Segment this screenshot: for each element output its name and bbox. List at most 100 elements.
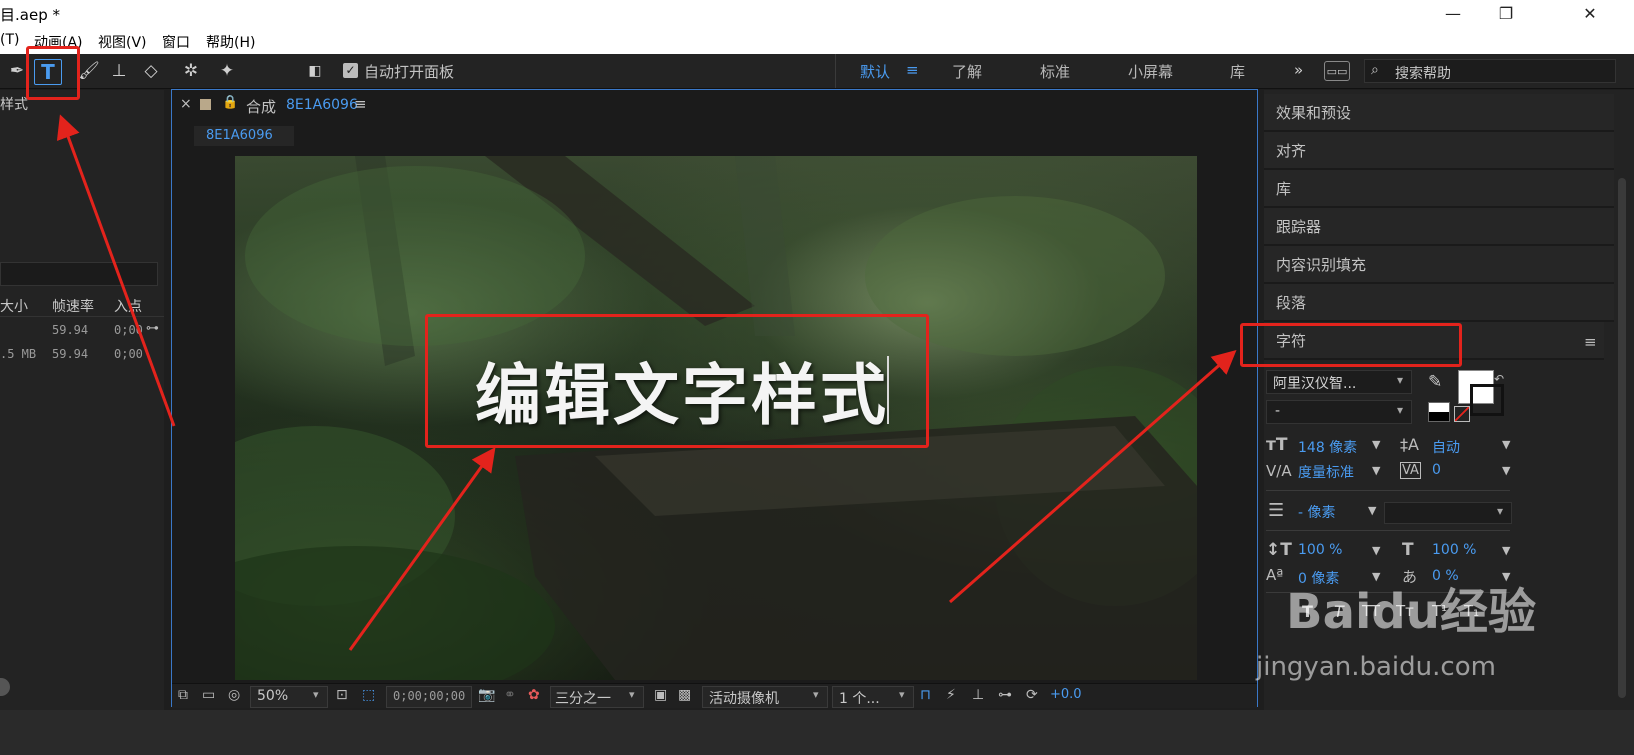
workspace-library[interactable]: 库 <box>1230 61 1245 82</box>
watermark-brand: Baidu经验 <box>1286 584 1536 640</box>
transparency-icon[interactable]: ▩ <box>678 687 691 703</box>
chevron-down-icon: ▾ <box>629 688 635 701</box>
region-of-interest-icon[interactable]: ▣ <box>654 687 667 703</box>
flowchart-icon[interactable]: ⊶ <box>998 687 1012 703</box>
eyedropper-icon[interactable]: ✎ <box>1428 372 1442 392</box>
chevron-down-icon[interactable]: ▼ <box>1502 544 1510 557</box>
chevron-down-icon[interactable]: ▼ <box>1502 464 1510 477</box>
exposure-value[interactable]: +0.0 <box>1050 687 1082 702</box>
stroke-width-value[interactable]: - 像素 <box>1298 502 1336 522</box>
fast-preview-icon[interactable]: ⚡ <box>946 687 956 703</box>
tracking-value[interactable]: 0 <box>1432 462 1441 478</box>
close-tab-icon[interactable]: × <box>180 96 192 112</box>
menu-item-help[interactable]: 帮助(H) <box>206 32 255 52</box>
reset-exposure-icon[interactable]: ⟳ <box>1026 687 1038 703</box>
puppet-pin-icon[interactable]: ✦ <box>214 59 240 83</box>
camera-select[interactable]: 活动摄像机 ▾ <box>702 686 828 708</box>
camera-icon[interactable]: 📷 <box>478 687 495 703</box>
lock-icon[interactable]: 🔒 <box>222 95 238 110</box>
comp-tab-menu-icon[interactable]: ≡ <box>354 95 367 113</box>
font-style-select[interactable]: - ▾ <box>1266 400 1412 424</box>
panel-paragraph[interactable]: 段落 <box>1264 284 1614 322</box>
column-size[interactable]: 大小 <box>0 296 28 316</box>
chevron-down-icon: ▾ <box>1397 403 1404 417</box>
horizontal-scale-icon: T <box>1402 540 1414 560</box>
preview-icon[interactable]: ⧉ <box>178 687 188 703</box>
panel-content-aware-fill[interactable]: 内容识别填充 <box>1264 246 1614 284</box>
menu-item-view[interactable]: 视图(V) <box>98 32 147 52</box>
workspace-more[interactable]: » <box>1294 61 1303 79</box>
workspace-menu-icon[interactable]: ≡ <box>906 61 919 79</box>
menu-item-window[interactable]: 窗口 <box>162 32 190 52</box>
character-menu-icon[interactable]: ≡ <box>1584 333 1597 351</box>
workspace-standard[interactable]: 标准 <box>1040 61 1070 82</box>
chevron-down-icon[interactable]: ▼ <box>1372 544 1380 557</box>
stroke-style-select[interactable]: ▾ <box>1384 502 1512 524</box>
chevron-down-icon[interactable]: ▼ <box>1368 504 1376 517</box>
timeline-panel-edge <box>0 710 1634 755</box>
table-row[interactable]: .5 MB 59.94 0;00 <box>0 344 164 366</box>
panel-tracker[interactable]: 跟踪器 <box>1264 208 1614 246</box>
auto-open-checkbox[interactable]: ✓ <box>343 63 358 78</box>
minimize-button[interactable]: — <box>1433 0 1473 28</box>
zoom-select[interactable]: 50% ▾ <box>250 686 328 708</box>
mask-icon[interactable]: ◎ <box>228 687 240 703</box>
region-icon[interactable]: ⊡ <box>336 687 348 703</box>
no-fill-icon[interactable] <box>1454 406 1470 422</box>
table-row[interactable]: 59.94 0;00 ⊶ <box>0 320 164 342</box>
font-size-value[interactable]: 148 像素 <box>1298 437 1357 457</box>
right-panel-scrollbar[interactable] <box>1618 178 1626 698</box>
resolution-select[interactable]: 三分之一 ▾ <box>550 686 644 708</box>
channels-icon[interactable]: ✿ <box>528 687 540 703</box>
kerning-value[interactable]: 度量标准 <box>1298 462 1354 482</box>
timecode-field[interactable]: 0;00;00;00 <box>386 686 472 708</box>
eraser-tool-icon[interactable]: ◇ <box>138 59 164 83</box>
panel-effects-presets[interactable]: 效果和预设 <box>1264 94 1614 132</box>
composition-color-icon <box>200 99 211 110</box>
comp-breadcrumb[interactable]: 8E1A6096 <box>194 126 294 146</box>
panel-align[interactable]: 对齐 <box>1264 132 1614 170</box>
project-panel: 样式 大小 帧速率 入点 59.94 0;00 ⊶ .5 MB 59.94 0;… <box>0 90 164 710</box>
timeline-icon[interactable]: ⊥ <box>972 687 984 703</box>
panel-libraries[interactable]: 库 <box>1264 170 1614 208</box>
toggle-view-icon[interactable]: ⊓ <box>920 687 931 703</box>
leading-value[interactable]: 自动 <box>1432 437 1460 457</box>
stroke-width-icon: ☰ <box>1268 500 1285 521</box>
snapshot-icon[interactable]: ⚭ <box>504 687 516 703</box>
sync-settings-icon[interactable]: ▭▭ <box>1324 61 1350 81</box>
column-fps[interactable]: 帧速率 <box>52 296 94 316</box>
search-input[interactable]: 搜索帮助 <box>1395 63 1451 83</box>
comp-tab-name[interactable]: 8E1A6096 <box>286 97 358 113</box>
transparency-grid-icon[interactable]: ⬚ <box>362 687 375 703</box>
vertical-scale-value[interactable]: 100 % <box>1298 542 1342 558</box>
restore-button[interactable]: ❐ <box>1486 0 1526 28</box>
chevron-down-icon: ▾ <box>813 688 819 701</box>
scrollbar-handle[interactable] <box>0 678 10 696</box>
workspace-small-screen[interactable]: 小屏幕 <box>1128 61 1173 82</box>
chevron-down-icon[interactable]: ▼ <box>1372 464 1380 477</box>
window-title: 目.aep * <box>0 6 60 24</box>
menu-item-text[interactable]: (T) <box>0 32 19 48</box>
column-in[interactable]: 入点 <box>114 296 142 316</box>
chevron-down-icon[interactable]: ▼ <box>1502 438 1510 451</box>
workspace-learn[interactable]: 了解 <box>952 61 982 82</box>
default-colors-icon[interactable] <box>1428 402 1450 422</box>
search-icon: ⌕ <box>1371 62 1379 78</box>
menu-bar: (T) 动画(A) 视图(V) 窗口 帮助(H) <box>0 28 1634 54</box>
panel-toggle-icon[interactable]: ◧ <box>302 59 328 83</box>
project-columns: 大小 帧速率 入点 <box>0 294 164 317</box>
vertical-scale-icon: ↕T <box>1266 540 1292 560</box>
clone-stamp-icon[interactable]: ⊥ <box>106 59 132 83</box>
roto-brush-icon[interactable]: ✲ <box>178 59 204 83</box>
monitor-icon[interactable]: ▭ <box>202 687 215 703</box>
horizontal-scale-value[interactable]: 100 % <box>1432 542 1476 558</box>
swap-colors-icon[interactable]: ↶ <box>1494 372 1504 386</box>
stroke-color-swatch[interactable] <box>1470 384 1504 416</box>
font-family-select[interactable]: 阿里汉仪智... ▾ <box>1266 370 1412 394</box>
project-search-input[interactable] <box>0 262 158 286</box>
workspace-default[interactable]: 默认 <box>860 61 890 82</box>
close-button[interactable]: ✕ <box>1570 0 1610 28</box>
views-select[interactable]: 1 个... ▾ <box>832 686 914 708</box>
chevron-down-icon[interactable]: ▼ <box>1372 438 1380 451</box>
help-search-box[interactable]: ⌕ 搜索帮助 <box>1364 59 1616 83</box>
